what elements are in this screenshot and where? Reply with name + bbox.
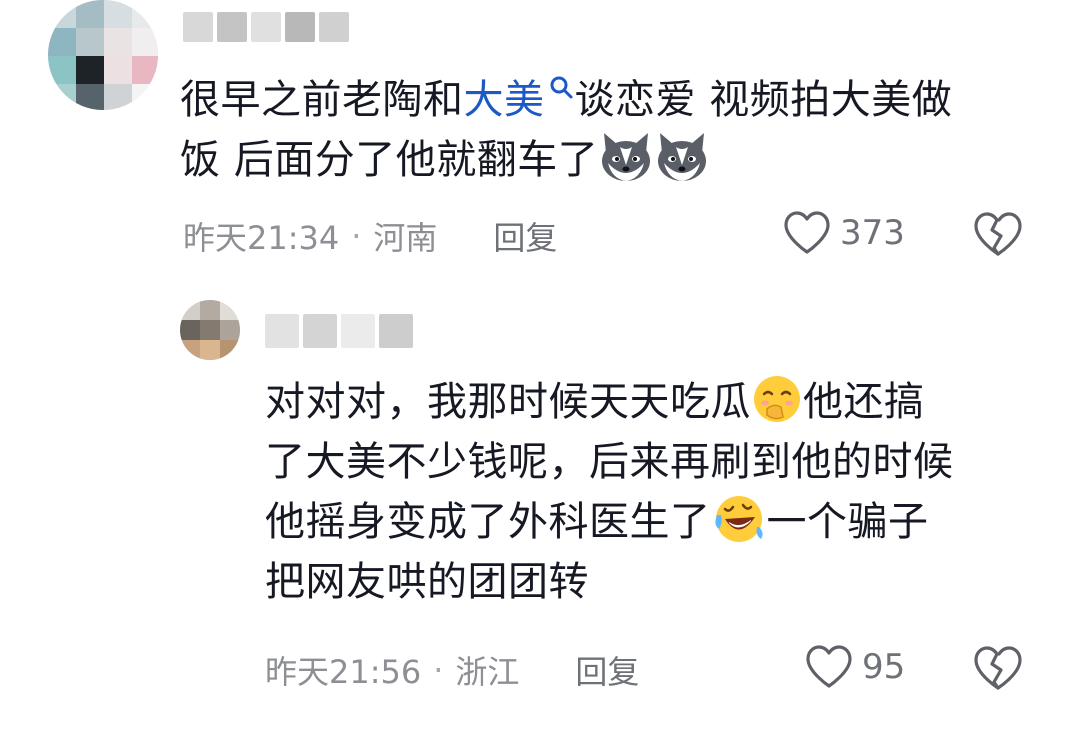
like-count: 95 bbox=[862, 647, 906, 687]
giggle-emoji bbox=[754, 376, 800, 422]
reply-text-part: 对对对，我那时候天天吃瓜 bbox=[265, 379, 751, 425]
comment-meta: 昨天21:34 · 河南 回复 bbox=[183, 212, 557, 260]
dislike-button[interactable] bbox=[972, 644, 1024, 692]
reply-text-part: 他还搞 bbox=[803, 379, 925, 425]
location: 河南 bbox=[373, 219, 438, 257]
mini-search-icon[interactable] bbox=[549, 75, 575, 103]
reply-text-part: 把网友哄的团团转 bbox=[265, 559, 589, 605]
mention-link[interactable]: 大美 bbox=[464, 77, 545, 123]
broken-heart-icon[interactable] bbox=[972, 210, 1024, 258]
username-blurred[interactable] bbox=[183, 12, 349, 42]
reply-text-part: 一个骗子 bbox=[766, 499, 929, 545]
comment-text-part: 饭 后面分了他就翻车了 bbox=[180, 137, 599, 183]
reply-text: 对对对，我那时候天天吃瓜 他还搞 了大美不少钱呢，后来再刷到他的时候 他摇身变成… bbox=[265, 372, 1055, 612]
like-button[interactable]: 95 bbox=[804, 644, 905, 690]
heart-icon[interactable] bbox=[804, 644, 854, 690]
reply-button[interactable]: 回复 bbox=[575, 647, 639, 693]
dislike-button[interactable] bbox=[972, 210, 1024, 258]
rolling-laugh-emoji bbox=[714, 496, 763, 542]
timestamp: 昨天21:34 bbox=[183, 219, 340, 257]
reply-button[interactable]: 回复 bbox=[493, 213, 557, 259]
reply-text-part: 他摇身变成了外科医生了 bbox=[265, 499, 711, 545]
reply-meta: 昨天21:56 · 浙江 回复 bbox=[265, 646, 639, 694]
comment-reply-1: 对对对，我那时候天天吃瓜 他还搞 了大美不少钱呢，后来再刷到他的时候 他摇身变成… bbox=[0, 280, 1080, 734]
like-button[interactable]: 373 bbox=[782, 210, 905, 256]
location: 浙江 bbox=[455, 653, 520, 691]
separator-dot: · bbox=[433, 651, 444, 689]
comment-1: 很早之前老陶和大美 谈恋爱 视频拍大美做 饭 后面分了他就翻车了 昨天21:34… bbox=[0, 0, 1080, 280]
broken-heart-icon[interactable] bbox=[972, 644, 1024, 692]
comment-text: 很早之前老陶和大美 谈恋爱 视频拍大美做 饭 后面分了他就翻车了 bbox=[180, 70, 1050, 190]
avatar[interactable] bbox=[48, 0, 158, 110]
reply-text-part: 了大美不少钱呢，后来再刷到他的时候 bbox=[265, 439, 954, 485]
comment-text-part: 很早之前老陶和 bbox=[180, 77, 464, 123]
husky-dog-emoji bbox=[602, 133, 651, 181]
username-blurred[interactable] bbox=[265, 314, 413, 348]
heart-icon[interactable] bbox=[782, 210, 832, 256]
separator-dot: · bbox=[351, 217, 362, 255]
comment-text-part: 谈恋爱 视频拍大美做 bbox=[574, 77, 953, 123]
timestamp: 昨天21:56 bbox=[265, 653, 422, 691]
husky-dog-emoji bbox=[658, 133, 707, 181]
like-count: 373 bbox=[840, 213, 905, 253]
avatar[interactable] bbox=[180, 300, 240, 360]
